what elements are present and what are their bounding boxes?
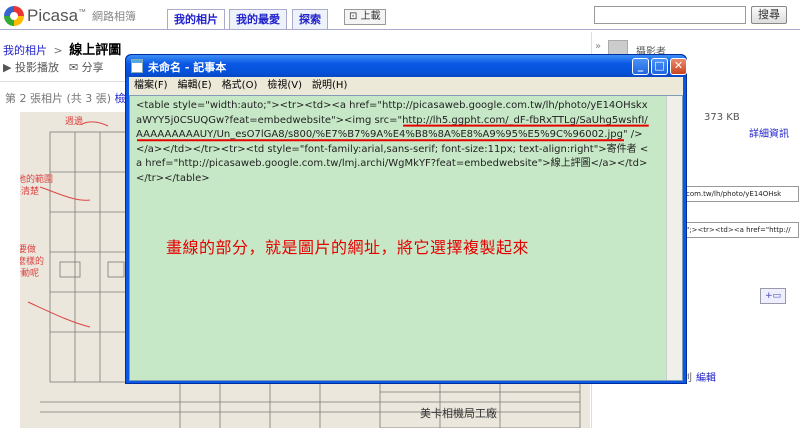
photo-counter-link[interactable]: 檢	[115, 92, 126, 105]
photo-toolbar: ▶ 投影播放 ✉ 分享	[3, 59, 133, 75]
header-divider	[0, 29, 800, 30]
notepad-text-area[interactable]: <table style="width:auto;"><tr><td><a hr…	[129, 95, 683, 381]
details-link[interactable]: 詳細資訊	[749, 125, 789, 140]
tab-explore[interactable]: 探索	[292, 9, 328, 29]
album-title: 線上評圖	[69, 43, 122, 58]
breadcrumb: 我的相片 > 線上評圖	[3, 39, 121, 58]
slideshow-button[interactable]: ▶ 投影播放	[3, 59, 59, 75]
menu-view[interactable]: 檢視(V)	[262, 77, 307, 95]
svg-text:週邊: 週邊	[65, 115, 83, 127]
collapse-sidebar-button[interactable]: »	[595, 41, 601, 52]
upload-icon: ⊡	[349, 11, 358, 22]
add-tag-button[interactable]: +▭	[760, 288, 786, 304]
svg-text:活動呢: 活動呢	[20, 267, 39, 279]
menu-file[interactable]: 檔案(F)	[129, 77, 173, 95]
svg-text:美卡相機局工廠: 美卡相機局工廠	[420, 406, 497, 420]
menu-help[interactable]: 說明(H)	[307, 77, 352, 95]
notepad-icon	[131, 59, 143, 73]
menu-edit[interactable]: 編輯(E)	[173, 77, 217, 95]
breadcrumb-my-photos-link[interactable]: 我的相片	[3, 44, 47, 57]
share-button[interactable]: ✉ 分享	[69, 59, 104, 75]
tag-edit-row: 利編輯	[682, 373, 716, 384]
close-button[interactable]: ✕	[670, 58, 687, 75]
svg-text:基地的範圍: 基地的範圍	[20, 173, 53, 185]
file-size: 373 KB	[704, 112, 740, 123]
link-field[interactable]: com.tw/lh/photo/yE14OHsk	[683, 186, 799, 202]
svg-text:什麼樣的: 什麼樣的	[20, 255, 44, 267]
breadcrumb-separator: >	[53, 44, 63, 57]
notepad-title: 未命名 - 記事本	[148, 61, 227, 74]
picasa-logo-icon	[4, 6, 24, 26]
minimize-button[interactable]: _	[632, 58, 649, 75]
photo-counter: 第 2 張相片 (共 3 張) 檢	[5, 92, 126, 105]
notepad-scrollbar[interactable]	[666, 96, 682, 380]
search-button[interactable]: 搜尋	[751, 6, 787, 24]
tab-my-photos[interactable]: 我的相片	[167, 9, 225, 29]
svg-text:不清楚: 不清楚	[20, 185, 39, 197]
edit-link[interactable]: 編輯	[696, 373, 716, 384]
embed-field[interactable]: ";><tr><td><a href="http://	[683, 222, 799, 238]
tab-favorites[interactable]: 我的最愛	[229, 9, 287, 29]
menu-format[interactable]: 格式(O)	[217, 77, 263, 95]
search-input[interactable]	[594, 6, 746, 24]
svg-text:要做: 要做	[20, 243, 36, 255]
picasa-header: Picasa™ 網路相簿 我的相片 我的最愛 探索 ⊡ 上載 搜尋	[0, 0, 800, 32]
notepad-titlebar[interactable]: 未命名 - 記事本 _ □ ✕	[126, 55, 687, 77]
notepad-window: 未命名 - 記事本 _ □ ✕ 檔案(F) 編輯(E) 格式(O) 檢視(V) …	[125, 54, 687, 384]
picasa-logo[interactable]: Picasa™ 網路相簿	[4, 6, 136, 26]
maximize-button[interactable]: □	[651, 58, 668, 75]
notepad-menubar: 檔案(F) 編輯(E) 格式(O) 檢視(V) 說明(H)	[129, 77, 683, 95]
red-annotation-text: 畫線的部分，就是圖片的網址，將它選擇複製起來	[166, 238, 530, 257]
logo-subtitle: 網路相簿	[92, 10, 137, 23]
logo-text: Picasa™	[27, 6, 87, 25]
upload-button[interactable]: ⊡ 上載	[344, 9, 386, 25]
tag-icon: ▭	[772, 291, 782, 301]
